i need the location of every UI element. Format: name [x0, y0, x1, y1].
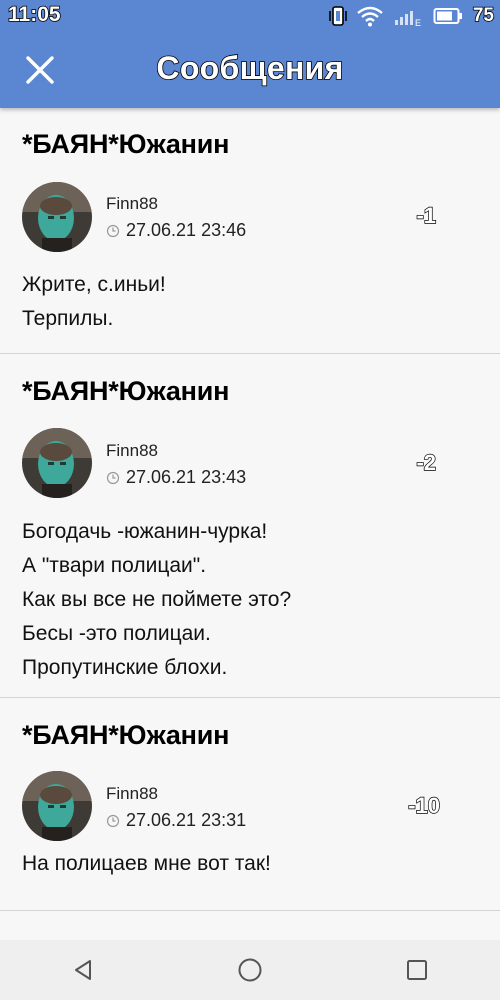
signal-icon: E [394, 11, 421, 27]
message-date: 27.06.21 23:46 [106, 220, 246, 241]
author-name[interactable]: Finn88 [106, 441, 158, 461]
avatar-image [22, 771, 92, 841]
avatar[interactable] [22, 771, 92, 841]
avatar-image [22, 182, 92, 252]
battery-percent: 75 [472, 4, 495, 27]
system-nav-bar [0, 940, 500, 1000]
rating-score[interactable]: -10 [408, 792, 441, 819]
status-icons: E 75 [329, 4, 495, 28]
message-body: На полицаев мне вот так! [22, 847, 478, 881]
clock-icon [106, 471, 120, 485]
date-text: 27.06.21 23:46 [126, 220, 247, 240]
home-icon [238, 958, 262, 982]
message-line: Жрите, с.иньи! [22, 273, 166, 296]
messages-list[interactable]: *БАЯН*Южанин Finn88 27.06.21 23:46 -1 Жр… [0, 108, 500, 940]
clock-icon [106, 224, 120, 238]
back-icon [75, 960, 92, 980]
recents-button[interactable] [387, 940, 447, 1000]
vibrate-icon [329, 6, 347, 26]
status-bar: 11:05 E 75 [0, 0, 500, 32]
clock-icon [106, 814, 120, 828]
message-line: Терпилы. [22, 307, 114, 330]
avatar[interactable] [22, 428, 92, 498]
message-line: На полицаев мне вот так! [22, 852, 271, 875]
message-date: 27.06.21 23:43 [106, 467, 246, 488]
status-time: 11:05 [7, 2, 61, 27]
message-body: Богодачь -южанин-чурка! А "твари полицаи… [22, 515, 478, 685]
avatar-image [22, 428, 92, 498]
back-button[interactable] [53, 940, 113, 1000]
network-type: E [415, 18, 421, 27]
top-bar: 11:05 E 75 Сообщения [0, 0, 500, 108]
message-item[interactable]: *БАЯН*Южанин Finn88 27.06.21 23:46 -1 Жр… [0, 108, 500, 354]
message-line: Богодачь -южанин-чурка! [22, 520, 268, 543]
message-line: А "твари полицаи". [22, 554, 207, 577]
rating-score[interactable]: -2 [416, 449, 437, 476]
message-line: Пропутинские блохи. [22, 656, 228, 679]
home-button[interactable] [220, 940, 280, 1000]
message-title: *БАЯН*Южанин [22, 720, 230, 750]
recents-icon [406, 960, 427, 980]
avatar[interactable] [22, 182, 92, 252]
app-bar: Сообщения [0, 36, 500, 108]
message-body: Жрите, с.иньи! Терпилы. [22, 268, 478, 336]
author-name[interactable]: Finn88 [106, 194, 158, 214]
wifi-icon [357, 6, 383, 27]
rating-score[interactable]: -1 [416, 202, 437, 229]
date-text: 27.06.21 23:31 [126, 810, 247, 830]
message-line: Как вы все не поймете это? [22, 588, 292, 611]
author-name[interactable]: Finn88 [106, 784, 158, 804]
message-date: 27.06.21 23:31 [106, 810, 246, 831]
page-title: Сообщения [156, 49, 344, 87]
message-title: *БАЯН*Южанин [22, 129, 230, 159]
date-text: 27.06.21 23:43 [126, 467, 247, 487]
message-line: Бесы -это полицаи. [22, 622, 211, 645]
battery-icon [433, 8, 462, 24]
message-item[interactable]: *БАЯН*Южанин Finn88 27.06.21 23:31 -10 Н… [0, 698, 500, 911]
message-item[interactable]: *БАЯН*Южанин Finn88 27.06.21 23:43 -2 Бо… [0, 354, 500, 698]
message-title: *БАЯН*Южанин [22, 376, 230, 406]
